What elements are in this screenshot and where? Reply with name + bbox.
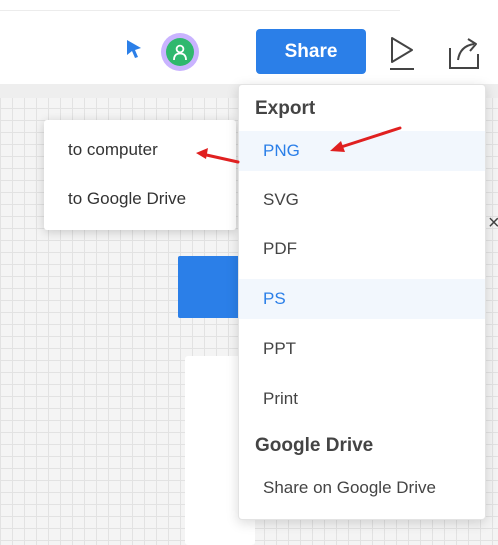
top-divider — [0, 0, 400, 11]
user-avatar[interactable] — [161, 33, 199, 71]
export-heading: Export — [255, 98, 316, 119]
toolbar — [0, 20, 498, 84]
menu-item-svg[interactable]: SVG — [239, 180, 485, 220]
user-avatar-icon — [166, 38, 194, 66]
google-drive-heading: Google Drive — [255, 435, 374, 456]
export-icon[interactable] — [446, 34, 484, 72]
share-button[interactable]: Share — [256, 29, 366, 74]
play-icon[interactable] — [386, 34, 418, 72]
submenu-item-to-google-drive[interactable]: to Google Drive — [68, 189, 186, 209]
menu-item-ppt[interactable]: PPT — [239, 329, 485, 369]
export-destination-submenu: to computer to Google Drive — [44, 120, 236, 230]
menu-item-ps[interactable]: PS — [239, 279, 485, 319]
submenu-item-to-computer[interactable]: to computer — [68, 140, 158, 160]
cursor-icon[interactable] — [124, 38, 144, 60]
annotation-arrow-icon — [196, 148, 240, 164]
menu-item-print[interactable]: Print — [239, 379, 485, 419]
close-icon[interactable]: × — [488, 212, 498, 235]
menu-item-pdf[interactable]: PDF — [239, 229, 485, 269]
menu-item-share-on-google-drive[interactable]: Share on Google Drive — [239, 468, 485, 508]
annotation-arrow-icon — [330, 126, 402, 152]
